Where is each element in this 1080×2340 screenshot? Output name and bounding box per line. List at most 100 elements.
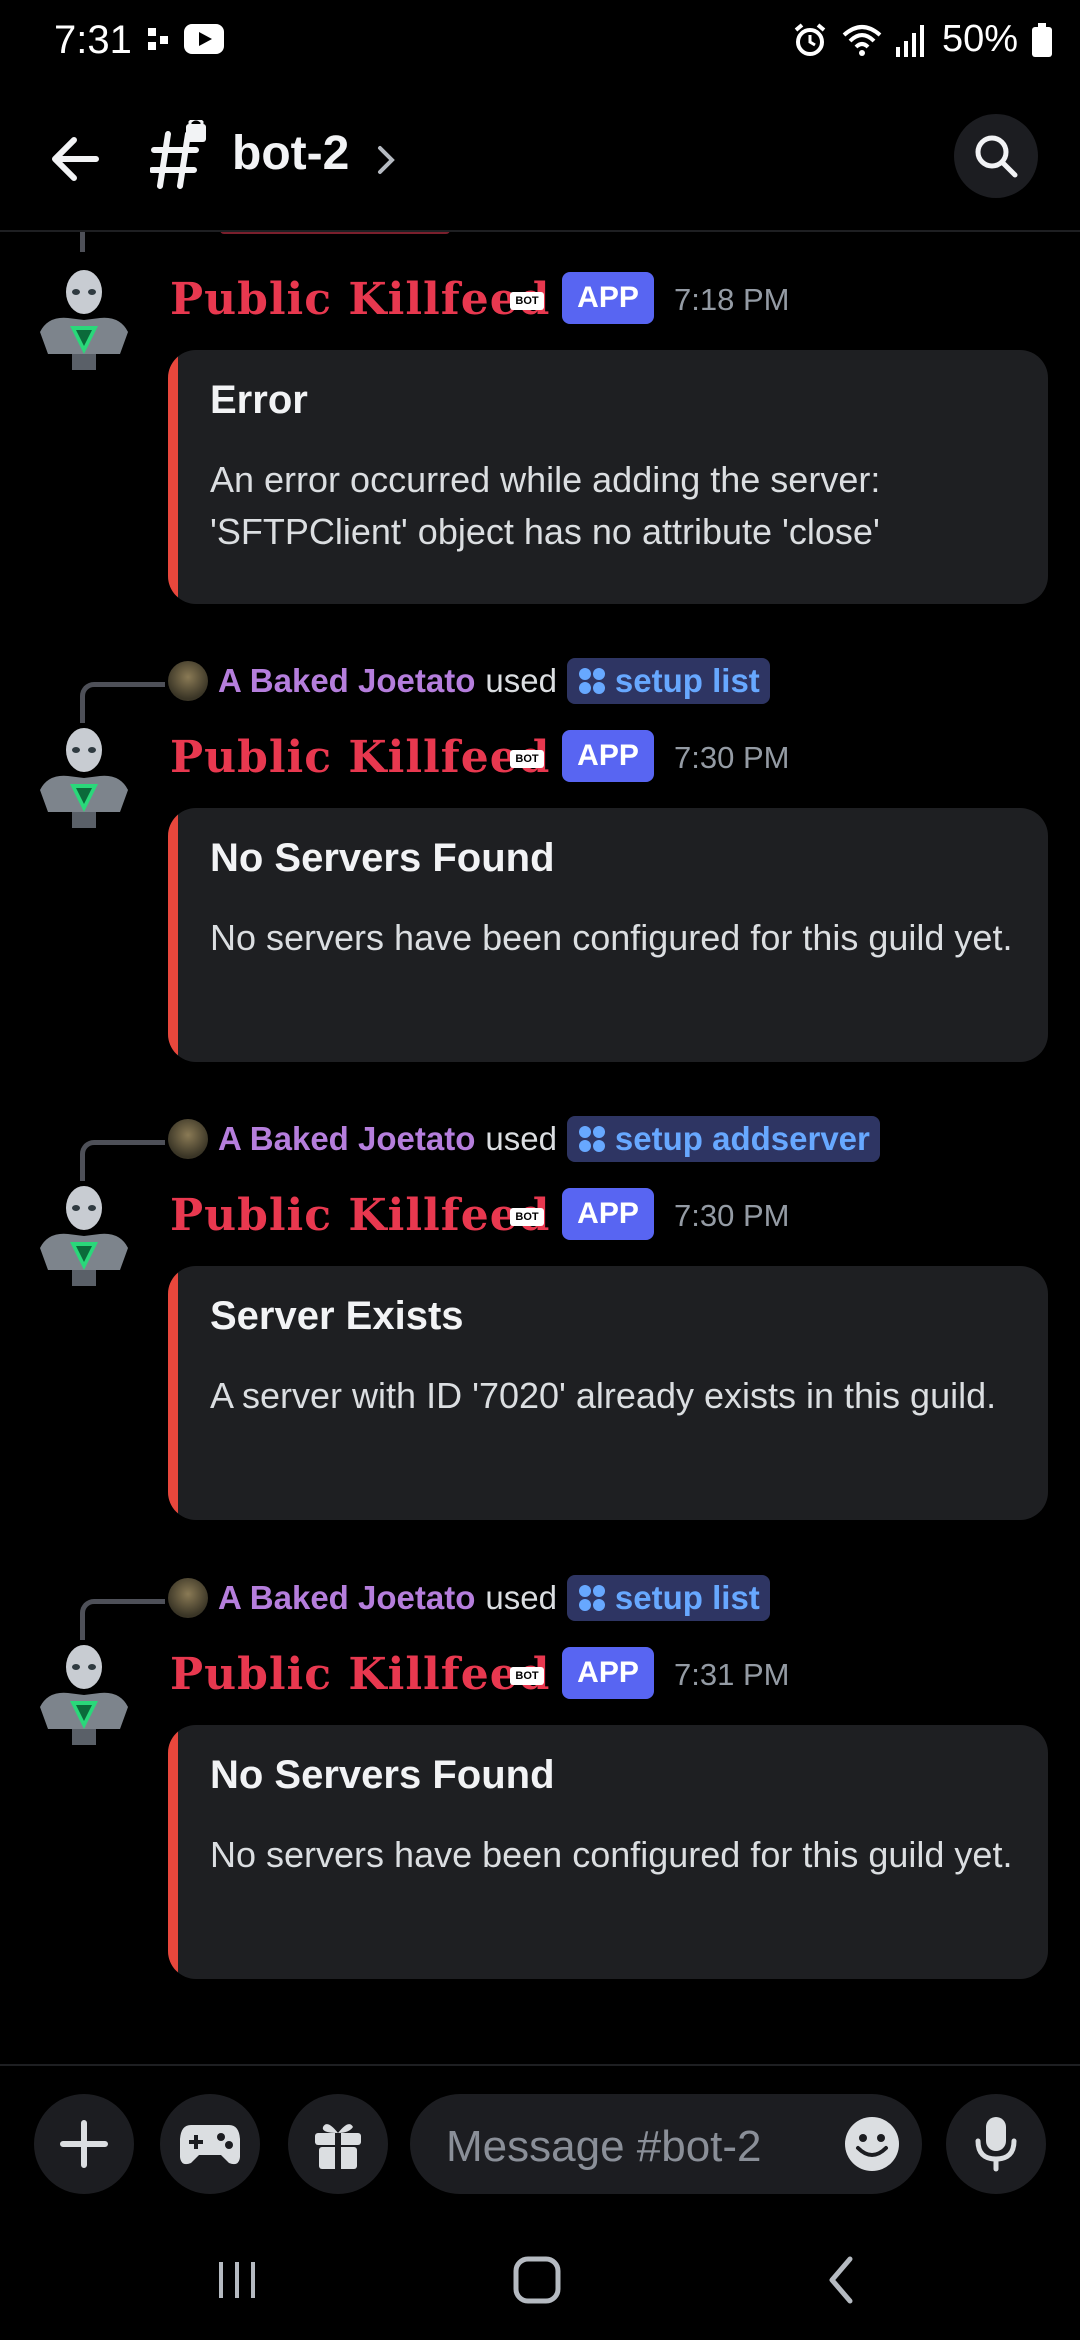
recent-apps-button[interactable]: [202, 2250, 272, 2310]
alarm-icon: [794, 22, 826, 56]
message-composer: Message #bot-2: [0, 2064, 1080, 2216]
app-command-icon: [578, 1126, 605, 1152]
status-time: 7:31: [54, 18, 132, 62]
activities-button[interactable]: [160, 2094, 260, 2194]
channel-header: bot-2: [0, 84, 1080, 232]
gamepad-icon: [180, 2125, 240, 2165]
reply-connector: [80, 682, 165, 723]
reply-used-text: used: [485, 1579, 557, 1616]
notification-icons: [148, 24, 224, 54]
reply-used-text: used: [485, 1120, 557, 1157]
command-name: setup list: [614, 662, 760, 699]
command-chip[interactable]: setup list: [566, 658, 770, 704]
embed-title: No Servers Found: [210, 1753, 555, 1797]
reply-username[interactable]: A Baked Joetato: [218, 1120, 475, 1158]
message-timestamp: 7:30 PM: [674, 740, 790, 775]
command-chip[interactable]: setup list: [566, 1575, 770, 1621]
youtube-icon: [184, 24, 224, 54]
bot-avatar[interactable]: [28, 262, 140, 374]
command-reply-header[interactable]: A Baked Joetato used setup list: [168, 658, 770, 704]
signal-icon: [895, 24, 924, 57]
bot-name[interactable]: Public Killfeed: [170, 1649, 550, 1700]
app-badge: APP: [562, 1647, 654, 1699]
embed-card: No Servers Found No servers have been co…: [168, 1725, 1048, 1979]
bot-avatar[interactable]: [28, 720, 140, 832]
bot-tag: BOT: [510, 1208, 544, 1226]
gift-icon: [315, 2124, 361, 2169]
reply-username[interactable]: A Baked Joetato: [218, 662, 475, 700]
search-icon: [975, 135, 1018, 178]
system-nav-bar: [0, 2216, 1080, 2340]
embed-color-bar: [168, 1725, 178, 1979]
bot-tag: BOT: [510, 750, 544, 768]
locked-channel-icon: [150, 120, 206, 189]
command-name: setup addserver: [614, 1120, 870, 1157]
embed-title: No Servers Found: [210, 836, 555, 880]
message-timestamp: 7:18 PM: [674, 282, 790, 317]
user-avatar[interactable]: [168, 1119, 208, 1159]
app-command-icon: [578, 1585, 605, 1611]
status-right: 50%: [792, 18, 1052, 61]
bot-tag: BOT: [510, 1667, 544, 1685]
voice-message-button[interactable]: [946, 2094, 1046, 2194]
embed-color-bar: [168, 1266, 178, 1520]
emoji-icon[interactable]: [844, 2116, 900, 2172]
battery-icon: [1032, 22, 1052, 57]
embed-card: Error An error occurred while adding the…: [168, 350, 1048, 604]
user-avatar[interactable]: [168, 1578, 208, 1618]
plus-icon: [60, 2120, 108, 2168]
message-input[interactable]: Message #bot-2: [410, 2094, 922, 2194]
reply-used-text: used: [485, 662, 557, 699]
reply-connector: [80, 1599, 165, 1640]
command-reply-header[interactable]: A Baked Joetato used setup list: [168, 1575, 770, 1621]
bot-tag: BOT: [510, 292, 544, 310]
bot-avatar[interactable]: [28, 1178, 140, 1290]
app-badge: APP: [562, 272, 654, 324]
home-button[interactable]: [502, 2250, 572, 2310]
bot-name[interactable]: Public Killfeed: [170, 274, 550, 325]
embed-color-bar: [168, 350, 178, 604]
reply-connector: [80, 1140, 165, 1181]
embed-title: Server Exists: [210, 1294, 464, 1338]
search-button[interactable]: [954, 114, 1038, 198]
embed-description: A server with ID '7020' already exists i…: [210, 1375, 997, 1416]
home-icon: [513, 2256, 561, 2304]
chevron-right-icon[interactable]: [374, 140, 398, 180]
embed-title: Error: [210, 378, 308, 422]
embed-card: Server Exists A server with ID '7020' al…: [168, 1266, 1048, 1520]
bot-name[interactable]: Public Killfeed: [170, 1190, 550, 1241]
user-avatar[interactable]: [168, 661, 208, 701]
battery-percent: 50%: [941, 18, 1018, 60]
gift-button[interactable]: [288, 2094, 388, 2194]
embed-description: No servers have been configured for this…: [210, 1834, 1013, 1875]
microphone-icon: [975, 2117, 1017, 2172]
system-back-button[interactable]: [806, 2250, 876, 2310]
notification-app-icon: [148, 28, 168, 50]
app-command-icon: [578, 668, 605, 694]
message-timestamp: 7:30 PM: [674, 1198, 790, 1233]
chevron-left-icon: [829, 2256, 853, 2304]
status-bar: 7:31 50%: [0, 0, 1080, 84]
back-arrow-icon: [52, 137, 99, 181]
reply-username[interactable]: A Baked Joetato: [218, 1579, 475, 1617]
bot-message[interactable]: A Baked Joetato used setup addserver Pub…: [0, 1110, 1080, 1550]
embed-description: An error occurred while adding the serve…: [210, 459, 881, 552]
wifi-icon: [842, 24, 882, 56]
command-chip[interactable]: setup addserver: [566, 1116, 880, 1162]
embed-card: No Servers Found No servers have been co…: [168, 808, 1048, 1062]
recent-apps-icon: [219, 2262, 255, 2298]
command-name: setup list: [614, 1579, 760, 1616]
message-list[interactable]: Public Killfeed BOT APP 7:18 PM Error An…: [0, 232, 1080, 2064]
bot-avatar[interactable]: [28, 1637, 140, 1749]
command-reply-header[interactable]: A Baked Joetato used setup addserver: [168, 1116, 880, 1162]
channel-name[interactable]: bot-2: [232, 126, 349, 181]
bot-message[interactable]: A Baked Joetato used setup list Public K…: [0, 1569, 1080, 2009]
bot-name[interactable]: Public Killfeed: [170, 732, 550, 783]
bot-message[interactable]: A Baked Joetato used setup list Public K…: [0, 652, 1080, 1092]
back-button[interactable]: [40, 124, 110, 194]
message-timestamp: 7:31 PM: [674, 1657, 790, 1692]
bot-message[interactable]: Public Killfeed BOT APP 7:18 PM Error An…: [0, 232, 1080, 612]
message-placeholder: Message #bot-2: [446, 2122, 762, 2171]
app-badge: APP: [562, 730, 654, 782]
add-attachment-button[interactable]: [34, 2094, 134, 2194]
